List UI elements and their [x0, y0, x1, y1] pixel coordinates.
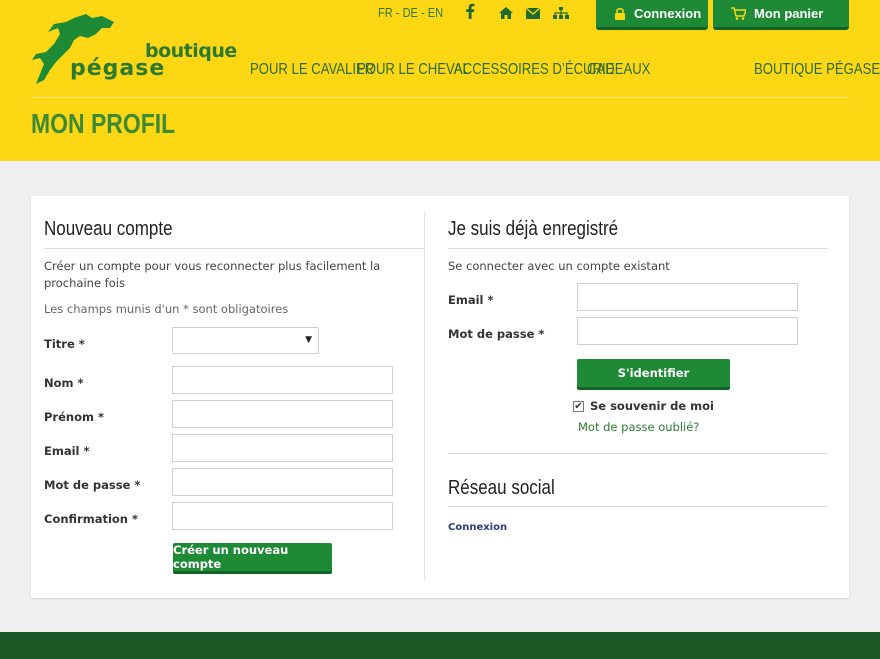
- email-label: Email *: [44, 444, 90, 458]
- nom-input[interactable]: [172, 366, 393, 394]
- new-account-divider: [44, 248, 424, 249]
- confirm-input[interactable]: [172, 502, 393, 530]
- cart-button-label: Mon panier: [754, 6, 824, 21]
- prenom-input[interactable]: [172, 400, 393, 428]
- column-divider: [424, 212, 425, 580]
- sitemap-icon[interactable]: [553, 5, 569, 21]
- check-icon: ✔: [574, 401, 583, 412]
- login-password-input[interactable]: [577, 317, 798, 345]
- login-email-label: Email *: [448, 293, 494, 307]
- login-button[interactable]: Connexion: [596, 0, 708, 30]
- nav-item-cadeaux[interactable]: CADEAUX: [587, 61, 650, 79]
- social-divider: [448, 506, 828, 507]
- facebook-icon[interactable]: [462, 3, 478, 19]
- prenom-label: Prénom *: [44, 410, 104, 424]
- site-header: boutique pégase FR - DE - EN Connexion M…: [0, 0, 880, 161]
- create-account-button[interactable]: Créer un nouveau compte: [173, 543, 332, 574]
- login-button-label: Connexion: [634, 6, 702, 21]
- password-input[interactable]: [172, 468, 393, 496]
- lang-separator: -: [417, 5, 428, 20]
- login-password-label: Mot de passe *: [448, 327, 545, 341]
- brand-logo[interactable]: boutique pégase: [30, 14, 237, 86]
- page-title: MON PROFIL: [31, 108, 176, 139]
- nav-item-cheval[interactable]: POUR LE CHEVAL: [357, 61, 470, 79]
- social-top-divider: [448, 453, 828, 454]
- social-title: Réseau social: [448, 477, 555, 499]
- existing-account-divider: [448, 248, 828, 249]
- lock-icon: [615, 7, 625, 20]
- home-icon[interactable]: [498, 5, 514, 21]
- new-account-title: Nouveau compte: [44, 218, 173, 240]
- email-input[interactable]: [172, 434, 393, 462]
- forgot-password-link[interactable]: Mot de passe oublié?: [578, 420, 699, 434]
- nav-item-cavalier[interactable]: POUR LE CAVALIER: [250, 61, 374, 79]
- header-divider: [31, 97, 849, 98]
- lang-separator: -: [392, 5, 403, 20]
- caret-down-icon: ▼: [305, 335, 312, 345]
- sign-in-button[interactable]: S'identifier: [577, 359, 730, 390]
- mail-icon[interactable]: [525, 5, 541, 21]
- site-footer: [0, 632, 880, 659]
- profile-card: [31, 196, 849, 598]
- cart-button[interactable]: Mon panier: [713, 0, 849, 30]
- titre-select[interactable]: ▼: [172, 327, 319, 354]
- confirm-label: Confirmation *: [44, 512, 139, 526]
- brand-word-pegase: pégase: [70, 56, 166, 81]
- remember-me-label[interactable]: Se souvenir de moi: [590, 399, 714, 413]
- titre-label: Titre *: [44, 337, 85, 351]
- lang-de[interactable]: DE: [403, 5, 418, 20]
- lang-fr[interactable]: FR: [378, 5, 393, 20]
- existing-account-intro: Se connecter avec un compte existant: [448, 259, 670, 273]
- remember-me-checkbox[interactable]: ✔: [573, 401, 584, 412]
- required-note: Les champs munis d'un * sont obligatoire…: [44, 302, 289, 316]
- new-account-intro: Créer un compte pour vous reconnecter pl…: [44, 259, 381, 290]
- language-switcher: FR - DE - EN: [378, 5, 443, 20]
- existing-account-title: Je suis déjà enregistré: [448, 218, 619, 240]
- nav-item-boutique[interactable]: BOUTIQUE PÉGASE: [754, 61, 880, 79]
- password-label: Mot de passe *: [44, 478, 141, 492]
- login-email-input[interactable]: [577, 283, 798, 311]
- lang-en[interactable]: EN: [428, 5, 443, 20]
- cart-icon: [731, 7, 746, 20]
- social-login-link[interactable]: Connexion: [448, 522, 507, 533]
- nom-label: Nom *: [44, 376, 84, 390]
